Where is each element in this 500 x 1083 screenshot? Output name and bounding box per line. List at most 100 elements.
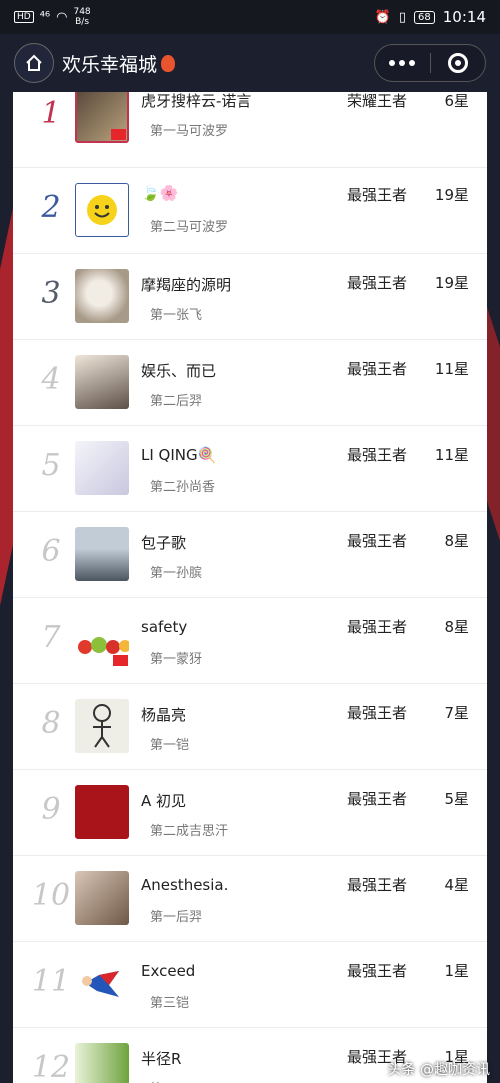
rank-number: 12 [31, 1050, 71, 1083]
player-name: Anesthesia. [141, 876, 229, 894]
player-avatar[interactable] [75, 441, 129, 495]
player-avatar[interactable] [75, 269, 129, 323]
player-stars: 7星 [444, 704, 469, 722]
player-name: 包子歌 [141, 534, 187, 552]
player-name: 杨晶亮 [141, 706, 187, 724]
player-tier: 最强王者 [347, 618, 408, 636]
player-hero: 第一后羿 [150, 910, 203, 925]
player-name: Exceed [141, 962, 196, 980]
rank-number: 2 [41, 190, 61, 225]
player-avatar[interactable] [75, 613, 129, 667]
rank-number: 5 [41, 448, 61, 483]
player-avatar[interactable] [75, 957, 129, 1011]
status-bar: HD ⁴⁶ ◠ 748 B/s ⏰ ▯ 68 10:14 [0, 0, 500, 34]
ranking-row[interactable]: 3 摩羯座的源明 第一张飞 最强王者 19星 [13, 254, 487, 340]
player-stars: 8星 [444, 618, 469, 636]
close-target-icon [447, 53, 468, 73]
player-avatar[interactable] [75, 355, 129, 409]
player-avatar[interactable] [75, 527, 129, 581]
rank-number: 11 [31, 964, 71, 999]
smiley-icon [87, 195, 117, 225]
player-name: 虎牙搜梓云-诺言 [141, 92, 252, 110]
mini-program-navbar: 欢乐幸福城 [0, 34, 500, 92]
player-name: 娱乐、而已 [141, 362, 217, 380]
player-stars: 19星 [434, 274, 469, 292]
player-stars: 19星 [434, 186, 469, 204]
player-name: 🍃🌸 [141, 184, 179, 202]
player-tier: 最强王者 [347, 876, 408, 894]
close-button[interactable] [431, 53, 486, 73]
wifi-icon: ◠ [56, 9, 68, 25]
rank-number: 8 [41, 706, 61, 741]
ranking-row[interactable]: 2 🍃🌸 第二马可波罗 最强王者 19星 [13, 168, 487, 254]
rank-number: 4 [41, 362, 61, 397]
player-hero: 第一孙膑 [150, 566, 203, 581]
player-tier: 最强王者 [347, 532, 408, 550]
player-avatar[interactable] [75, 871, 129, 925]
ranking-row[interactable]: 10 Anesthesia. 第一后羿 最强王者 4星 [13, 856, 487, 942]
player-tier: 最强王者 [347, 704, 408, 722]
player-stars: 8星 [444, 532, 469, 550]
rank-number: 1 [41, 96, 61, 131]
alarm-icon: ⏰ [374, 9, 391, 25]
more-button[interactable] [375, 60, 430, 66]
player-hero: 第二孙尚香 [150, 480, 216, 495]
player-hero: 第三铠 [150, 996, 190, 1011]
player-hero: 第二成吉思汗 [150, 824, 229, 839]
player-avatar[interactable] [75, 92, 129, 143]
player-name: LI QING🍭 [141, 446, 217, 464]
ranking-row[interactable]: 9 A 初见 第二成吉思汗 最强王者 5星 [13, 770, 487, 856]
player-avatar[interactable] [75, 183, 129, 237]
player-tier: 最强王者 [347, 274, 408, 292]
home-button[interactable] [14, 43, 54, 83]
rank-number: 9 [41, 792, 61, 827]
player-avatar[interactable] [75, 1043, 129, 1083]
player-stars: 4星 [444, 876, 469, 894]
signal-icon: ⁴⁶ [39, 9, 51, 25]
clock: 10:14 [442, 8, 486, 26]
player-name: 半径R [141, 1050, 182, 1068]
ranking-list: 1 虎牙搜梓云-诺言 第一马可波罗 荣耀王者 6星 2 🍃🌸 第二马可波罗 最强… [13, 92, 487, 1083]
ranking-row[interactable]: 5 LI QING🍭 第二孙尚香 最强王者 11星 [13, 426, 487, 512]
player-hero: 第一马可波罗 [150, 124, 229, 139]
rank-number: 10 [31, 878, 71, 913]
ranking-row[interactable]: 8 杨晶亮 第一铠 最强王者 7星 [13, 684, 487, 770]
watermark: 头条 @趣咖资讯 [387, 1062, 490, 1078]
player-hero: 第一张飞 [150, 308, 203, 323]
player-tier: 最强王者 [347, 962, 408, 980]
capsule-menu [374, 44, 486, 82]
battery-level: 68 [414, 10, 435, 24]
cartoon-figure-icon [93, 704, 111, 748]
ranking-row[interactable]: 6 包子歌 第一孙膑 最强王者 8星 [13, 512, 487, 598]
player-hero: 第二马可波罗 [150, 220, 229, 235]
page-title: 欢乐幸福城 [62, 50, 176, 77]
player-stars: 1星 [444, 962, 469, 980]
rank-number: 3 [41, 276, 61, 311]
player-stars: 6星 [444, 92, 469, 110]
vibrate-icon: ▯ [398, 9, 407, 25]
ranking-row[interactable]: 4 娱乐、而已 第二后羿 最强王者 11星 [13, 340, 487, 426]
rank-number: 6 [41, 534, 61, 569]
ranking-row[interactable]: 1 虎牙搜梓云-诺言 第一马可波罗 荣耀王者 6星 [13, 92, 487, 168]
china-flag-icon [113, 655, 128, 666]
home-icon [26, 54, 42, 71]
balloon-icon [161, 54, 176, 72]
hd-icon: HD [14, 11, 34, 23]
china-flag-icon [111, 129, 126, 140]
player-tier: 荣耀王者 [347, 92, 408, 110]
player-name: safety [141, 618, 188, 636]
ranking-row[interactable]: 7 safety 第一蒙犽 最强王者 8星 [13, 598, 487, 684]
player-hero: 第二后羿 [150, 394, 203, 409]
player-hero: 第一 [150, 1078, 176, 1083]
player-hero: 第一铠 [150, 738, 190, 753]
player-tier: 最强王者 [347, 360, 408, 378]
player-stars: 11星 [434, 446, 469, 464]
player-avatar[interactable] [75, 785, 129, 839]
superman-icon [82, 971, 119, 997]
network-speed: 748 B/s [73, 7, 91, 27]
player-stars: 5星 [444, 790, 469, 808]
player-avatar[interactable] [75, 699, 129, 753]
ranking-row[interactable]: 11 Exceed 第三铠 最强王者 1星 [13, 942, 487, 1028]
player-name: A 初见 [141, 792, 187, 810]
player-stars: 11星 [434, 360, 469, 378]
